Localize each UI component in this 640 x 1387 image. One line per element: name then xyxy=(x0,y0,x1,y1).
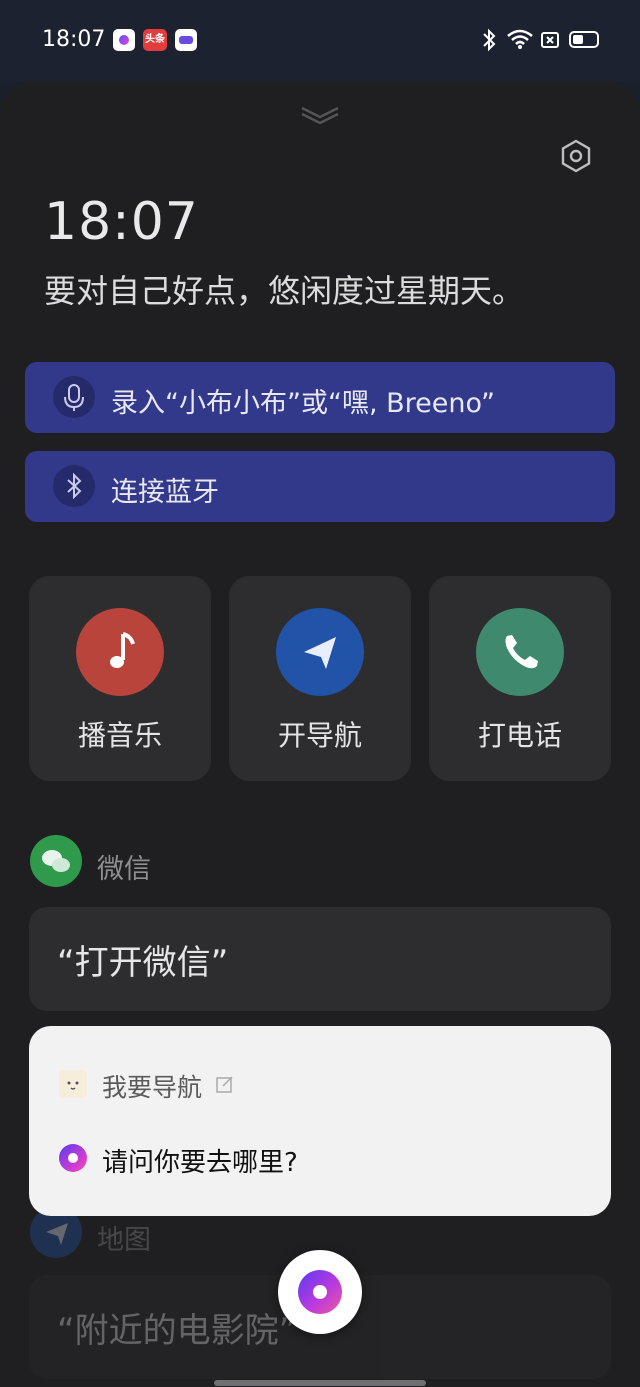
collapse-chevron-icon[interactable] xyxy=(300,104,340,124)
voice-input-button[interactable] xyxy=(278,1250,362,1334)
conversation-card: 我要导航 请问你要去哪里? xyxy=(29,1026,611,1216)
make-call-button[interactable]: 打电话 xyxy=(429,576,611,781)
assistant-orb-icon xyxy=(59,1144,87,1172)
music-note-icon xyxy=(76,608,164,696)
assistant-panel: 18:07 要对自己好点，悠闲度过星期天。 录入“小布小布”或“嘿, Breen… xyxy=(0,82,640,1387)
settings-icon[interactable] xyxy=(558,138,594,174)
large-clock: 18:07 xyxy=(44,192,199,252)
suggestion-quote: “附近的电影院” xyxy=(57,1311,297,1351)
suggestion-app-name: 微信 xyxy=(97,854,151,885)
action-label: 开导航 xyxy=(277,719,362,752)
assistant-icon xyxy=(113,29,135,51)
wechat-icon xyxy=(30,835,82,887)
connect-bluetooth-label: 连接蓝牙 xyxy=(111,477,219,508)
news-icon: 头条 xyxy=(143,29,167,51)
start-navigation-button[interactable]: 开导航 xyxy=(229,576,411,781)
bluetooth-icon xyxy=(483,28,496,52)
car-icon xyxy=(175,29,197,51)
suggestion-quote: “打开微信” xyxy=(57,943,229,983)
action-label: 播音乐 xyxy=(77,719,162,752)
status-time: 18:07 xyxy=(42,27,106,52)
assistant-reply: 请问你要去哪里? xyxy=(102,1148,298,1178)
battery-icon xyxy=(569,31,599,48)
status-bar: 18:07 头条 xyxy=(0,0,640,82)
assistant-orb-icon xyxy=(298,1270,342,1314)
connect-bluetooth-button[interactable]: 连接蓝牙 xyxy=(25,451,615,522)
bluetooth-icon xyxy=(53,465,95,507)
user-utterance: 我要导航 xyxy=(102,1073,203,1102)
wifi-icon xyxy=(507,29,533,49)
action-label: 打电话 xyxy=(477,719,562,752)
wake-word-button[interactable]: 录入“小布小布”或“嘿, Breeno” xyxy=(25,362,615,433)
user-avatar xyxy=(59,1070,87,1098)
home-indicator[interactable] xyxy=(214,1380,426,1386)
edit-icon[interactable] xyxy=(215,1074,235,1094)
phone-icon xyxy=(476,608,564,696)
no-sim-icon xyxy=(541,32,559,48)
suggestion-card[interactable]: “打开微信” xyxy=(29,907,611,1011)
navigation-arrow-icon xyxy=(276,608,364,696)
wake-word-label: 录入“小布小布”或“嘿, Breeno” xyxy=(111,388,496,419)
microphone-icon xyxy=(53,376,95,418)
suggestion-app-name: 地图 xyxy=(97,1225,151,1256)
greeting-text: 要对自己好点，悠闲度过星期天。 xyxy=(44,272,525,310)
play-music-button[interactable]: 播音乐 xyxy=(29,576,211,781)
